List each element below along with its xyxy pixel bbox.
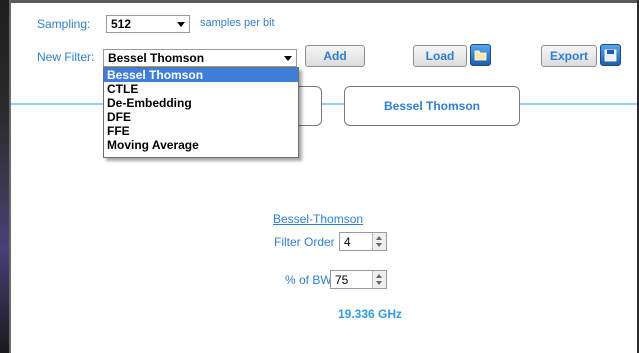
filter-block-bessel-thomson[interactable]: Bessel Thomson (344, 86, 520, 126)
filter-order-stepper[interactable]: 4 (339, 232, 387, 251)
bw-percent-label: % of BW (285, 273, 332, 287)
dropdown-option[interactable]: Moving Average (104, 138, 298, 152)
left-window-edge (0, 0, 9, 353)
bw-percent-stepper[interactable]: 75 (330, 270, 387, 289)
new-filter-label: New Filter: (37, 50, 95, 64)
arrow-down-icon[interactable] (376, 243, 382, 247)
filter-block-label: Bessel Thomson (383, 99, 481, 113)
save-icon (604, 49, 617, 62)
filter-order-value[interactable]: 4 (344, 235, 351, 249)
dropdown-option[interactable]: DFE (104, 110, 298, 124)
load-button[interactable]: Load (413, 45, 467, 67)
cutoff-frequency: 19.336 GHz (338, 307, 403, 321)
folder-icon (474, 50, 487, 61)
sampling-label: Sampling: (37, 17, 91, 31)
new-filter-select-value: Bessel Thomson (108, 51, 205, 65)
signal-line-right (520, 103, 637, 105)
signal-line-mid (322, 103, 344, 105)
filter-order-label: Filter Order (274, 235, 335, 249)
new-filter-select[interactable]: Bessel Thomson (103, 49, 297, 67)
filter-dropdown-list[interactable]: Bessel Thomson CTLE De-Embedding DFE FFE… (103, 67, 299, 158)
sampling-suffix: samples per bit (200, 17, 275, 29)
load-icon-button[interactable] (470, 44, 491, 66)
left-window-border (9, 0, 11, 353)
bw-percent-spin-buttons[interactable] (372, 271, 386, 288)
export-button[interactable]: Export (541, 45, 597, 67)
signal-line-left (11, 103, 107, 105)
dropdown-option[interactable]: De-Embedding (104, 96, 298, 110)
filter-order-spin-buttons[interactable] (372, 233, 386, 250)
bw-percent-value[interactable]: 75 (335, 273, 348, 287)
panel-title-link[interactable]: Bessel-Thomson (273, 212, 363, 226)
arrow-up-icon[interactable] (376, 274, 382, 278)
chevron-down-icon (177, 22, 185, 27)
sampling-select-value: 512 (111, 17, 132, 31)
sampling-select[interactable]: 512 (106, 15, 190, 33)
dropdown-option[interactable]: CTLE (104, 82, 298, 96)
dropdown-option[interactable]: FFE (104, 124, 298, 138)
dropdown-option[interactable]: Bessel Thomson (104, 68, 298, 82)
top-window-border (11, 0, 639, 3)
add-button[interactable]: Add (305, 45, 365, 67)
arrow-down-icon[interactable] (376, 281, 382, 285)
chevron-down-icon (284, 56, 292, 61)
export-icon-button[interactable] (600, 44, 621, 66)
arrow-up-icon[interactable] (376, 236, 382, 240)
